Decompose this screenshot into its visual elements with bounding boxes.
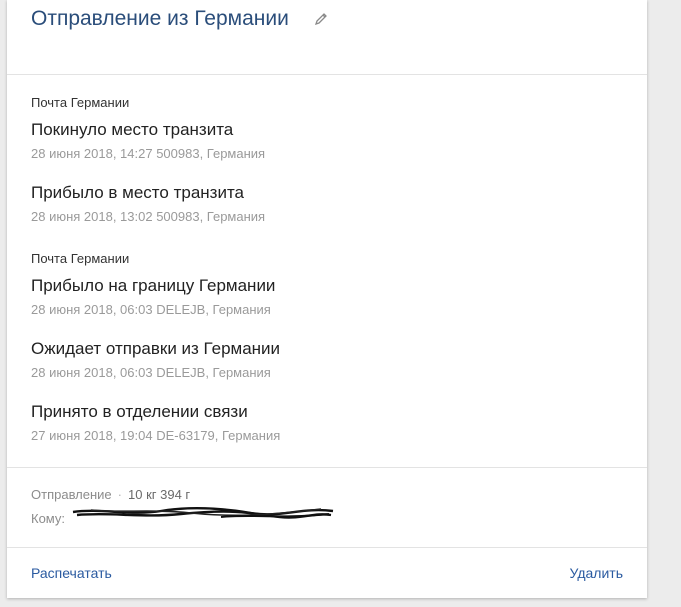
card-header: Отправление из Германии <box>7 0 647 75</box>
event-source: Почта Германии <box>31 95 130 110</box>
event-status: Принято в отделении связи <box>31 402 248 421</box>
event-meta: 27 июня 2018, 19:04 DE-63179, Германия <box>31 428 281 443</box>
tracking-events: Почта Германии Покинуло место транзита 2… <box>7 75 647 468</box>
event-meta: 28 июня 2018, 14:27 500983, Германия <box>31 146 266 161</box>
event-status: Прибыло в место транзита <box>31 183 245 202</box>
print-button[interactable]: Распечатать <box>31 565 112 581</box>
event-meta: 28 июня 2018, 06:03 DELEJB, Германия <box>31 365 271 380</box>
shipment-info: Отправление · 10 кг 394 г Кому: <box>7 468 647 548</box>
pencil-icon[interactable] <box>314 12 328 26</box>
event-status: Прибыло на границу Германии <box>31 276 276 295</box>
separator-dot: · <box>117 487 123 502</box>
recipient-line: Кому: <box>31 511 65 526</box>
shipment-weight: 10 кг 394 г <box>128 487 191 502</box>
card-footer: Распечатать Удалить <box>7 548 647 600</box>
shipment-type-label: Отправление <box>31 487 112 502</box>
redaction-scribble <box>72 506 334 519</box>
recipient-label: Кому: <box>31 511 65 526</box>
shipment-card: Отправление из Германии Почта Германии П… <box>7 0 647 598</box>
event-status: Ожидает отправки из Германии <box>31 339 281 358</box>
event-source: Почта Германии <box>31 251 130 266</box>
event-status: Покинуло место транзита <box>31 120 234 139</box>
delete-button[interactable]: Удалить <box>570 565 623 581</box>
event-meta: 28 июня 2018, 06:03 DELEJB, Германия <box>31 302 271 317</box>
shipment-title: Отправление из Германии <box>31 7 289 30</box>
event-meta: 28 июня 2018, 13:02 500983, Германия <box>31 209 266 224</box>
shipment-weight-line: Отправление · 10 кг 394 г <box>31 487 190 502</box>
